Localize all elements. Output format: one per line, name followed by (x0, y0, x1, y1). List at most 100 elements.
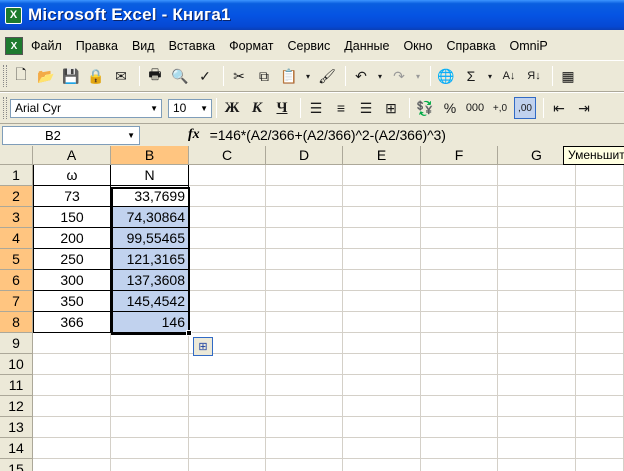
cell-a[interactable]: 350 (33, 291, 111, 312)
cell[interactable] (421, 291, 498, 312)
row-header[interactable]: 8 (0, 312, 33, 333)
print-preview-icon[interactable]: 🔍 (169, 65, 191, 87)
worksheet-grid[interactable]: A B C D E F G 1 ω N 2 73 33,7699 3 150 74,30864 4… (0, 146, 624, 471)
cell-a[interactable]: ω (33, 165, 111, 186)
cell[interactable] (498, 270, 576, 291)
menu-window[interactable]: Окно (403, 39, 432, 53)
row-header[interactable]: 9 (0, 333, 33, 354)
cell[interactable] (421, 228, 498, 249)
permission-icon[interactable]: 🔒 (85, 65, 107, 87)
cell[interactable] (343, 249, 421, 270)
insert-function-icon[interactable]: fx (188, 127, 200, 143)
cell[interactable] (498, 438, 576, 459)
cell[interactable] (576, 249, 624, 270)
cell-b[interactable] (111, 375, 189, 396)
cell[interactable] (576, 333, 624, 354)
menu-data[interactable]: Данные (344, 39, 389, 53)
underline-button[interactable]: Ч (271, 97, 293, 119)
row-header[interactable]: 1 (0, 165, 33, 186)
cell-b[interactable] (111, 417, 189, 438)
cell[interactable] (189, 459, 266, 471)
format-painter-icon[interactable]: 🖌 (316, 65, 338, 87)
cell[interactable] (421, 312, 498, 333)
paste-icon[interactable]: 📋 (278, 65, 300, 87)
cell[interactable] (343, 459, 421, 471)
cell-a[interactable]: 200 (33, 228, 111, 249)
row-header[interactable]: 7 (0, 291, 33, 312)
cell-b[interactable]: 137,3608 (111, 270, 189, 291)
cell-a[interactable]: 250 (33, 249, 111, 270)
cell-b[interactable] (111, 459, 189, 471)
row-header[interactable]: 13 (0, 417, 33, 438)
cell[interactable] (189, 354, 266, 375)
cell[interactable] (189, 186, 266, 207)
align-center-icon[interactable]: ≡ (330, 97, 352, 119)
decrease-indent-icon[interactable]: ⇤ (548, 97, 570, 119)
chart-wizard-icon[interactable]: ▦ (557, 65, 579, 87)
spelling-icon[interactable]: ✓ (194, 65, 216, 87)
cell[interactable] (189, 312, 266, 333)
cell[interactable] (576, 417, 624, 438)
menu-edit[interactable]: Правка (76, 39, 118, 53)
autosum-icon[interactable]: Σ (460, 65, 482, 87)
menu-insert[interactable]: Вставка (169, 39, 215, 53)
cell-a[interactable] (33, 354, 111, 375)
cell[interactable] (421, 270, 498, 291)
cell-a[interactable]: 366 (33, 312, 111, 333)
cell[interactable] (421, 186, 498, 207)
cell[interactable] (266, 396, 343, 417)
excel-app-icon[interactable]: X (5, 6, 22, 24)
paste-dropdown-icon[interactable]: ▾ (303, 65, 313, 87)
cell-b[interactable]: 146 (111, 312, 189, 333)
cell-b[interactable]: 74,30864 (111, 207, 189, 228)
sort-ascending-icon[interactable]: A↓ (498, 65, 520, 87)
align-left-icon[interactable]: ☰ (305, 97, 327, 119)
row-header[interactable]: 15 (0, 459, 33, 471)
autofill-options-icon[interactable]: ⊞ (193, 337, 213, 356)
align-right-icon[interactable]: ☰ (355, 97, 377, 119)
cell-b[interactable] (111, 354, 189, 375)
italic-button[interactable]: К (246, 97, 268, 119)
cell[interactable] (421, 438, 498, 459)
cell-a[interactable] (33, 438, 111, 459)
cell[interactable] (421, 207, 498, 228)
cell[interactable] (421, 354, 498, 375)
cell[interactable] (498, 165, 576, 186)
cell[interactable] (498, 207, 576, 228)
cell-a[interactable] (33, 417, 111, 438)
cell-b[interactable]: 121,3165 (111, 249, 189, 270)
cell-b[interactable]: N (111, 165, 189, 186)
cell[interactable] (266, 165, 343, 186)
cell[interactable] (421, 396, 498, 417)
currency-icon[interactable]: 💱 (414, 97, 436, 119)
cell-b[interactable]: 33,7699 (111, 186, 189, 207)
column-header-a[interactable]: A (33, 146, 111, 165)
row-header[interactable]: 12 (0, 396, 33, 417)
cell[interactable] (576, 228, 624, 249)
cell[interactable] (343, 333, 421, 354)
menu-tools[interactable]: Сервис (287, 39, 330, 53)
email-icon[interactable]: ✉ (110, 65, 132, 87)
decrease-decimal-icon[interactable]: ,00 (514, 97, 536, 119)
bold-button[interactable]: Ж (221, 97, 243, 119)
cell[interactable] (189, 417, 266, 438)
cell[interactable] (343, 354, 421, 375)
cell[interactable] (343, 396, 421, 417)
cell[interactable] (421, 333, 498, 354)
chevron-down-icon[interactable]: ▼ (127, 131, 135, 140)
cell[interactable] (343, 165, 421, 186)
cell[interactable] (189, 438, 266, 459)
menu-format[interactable]: Формат (229, 39, 273, 53)
cell[interactable] (266, 228, 343, 249)
cell-a[interactable]: 73 (33, 186, 111, 207)
cell-a[interactable] (33, 459, 111, 471)
row-header[interactable]: 11 (0, 375, 33, 396)
cell[interactable] (343, 270, 421, 291)
cell[interactable] (421, 459, 498, 471)
name-box[interactable]: B2 ▼ (2, 125, 140, 145)
new-document-icon[interactable]: 🗋 (10, 65, 32, 87)
cell[interactable] (266, 186, 343, 207)
cell-b[interactable] (111, 438, 189, 459)
cell[interactable] (576, 354, 624, 375)
cell[interactable] (576, 396, 624, 417)
